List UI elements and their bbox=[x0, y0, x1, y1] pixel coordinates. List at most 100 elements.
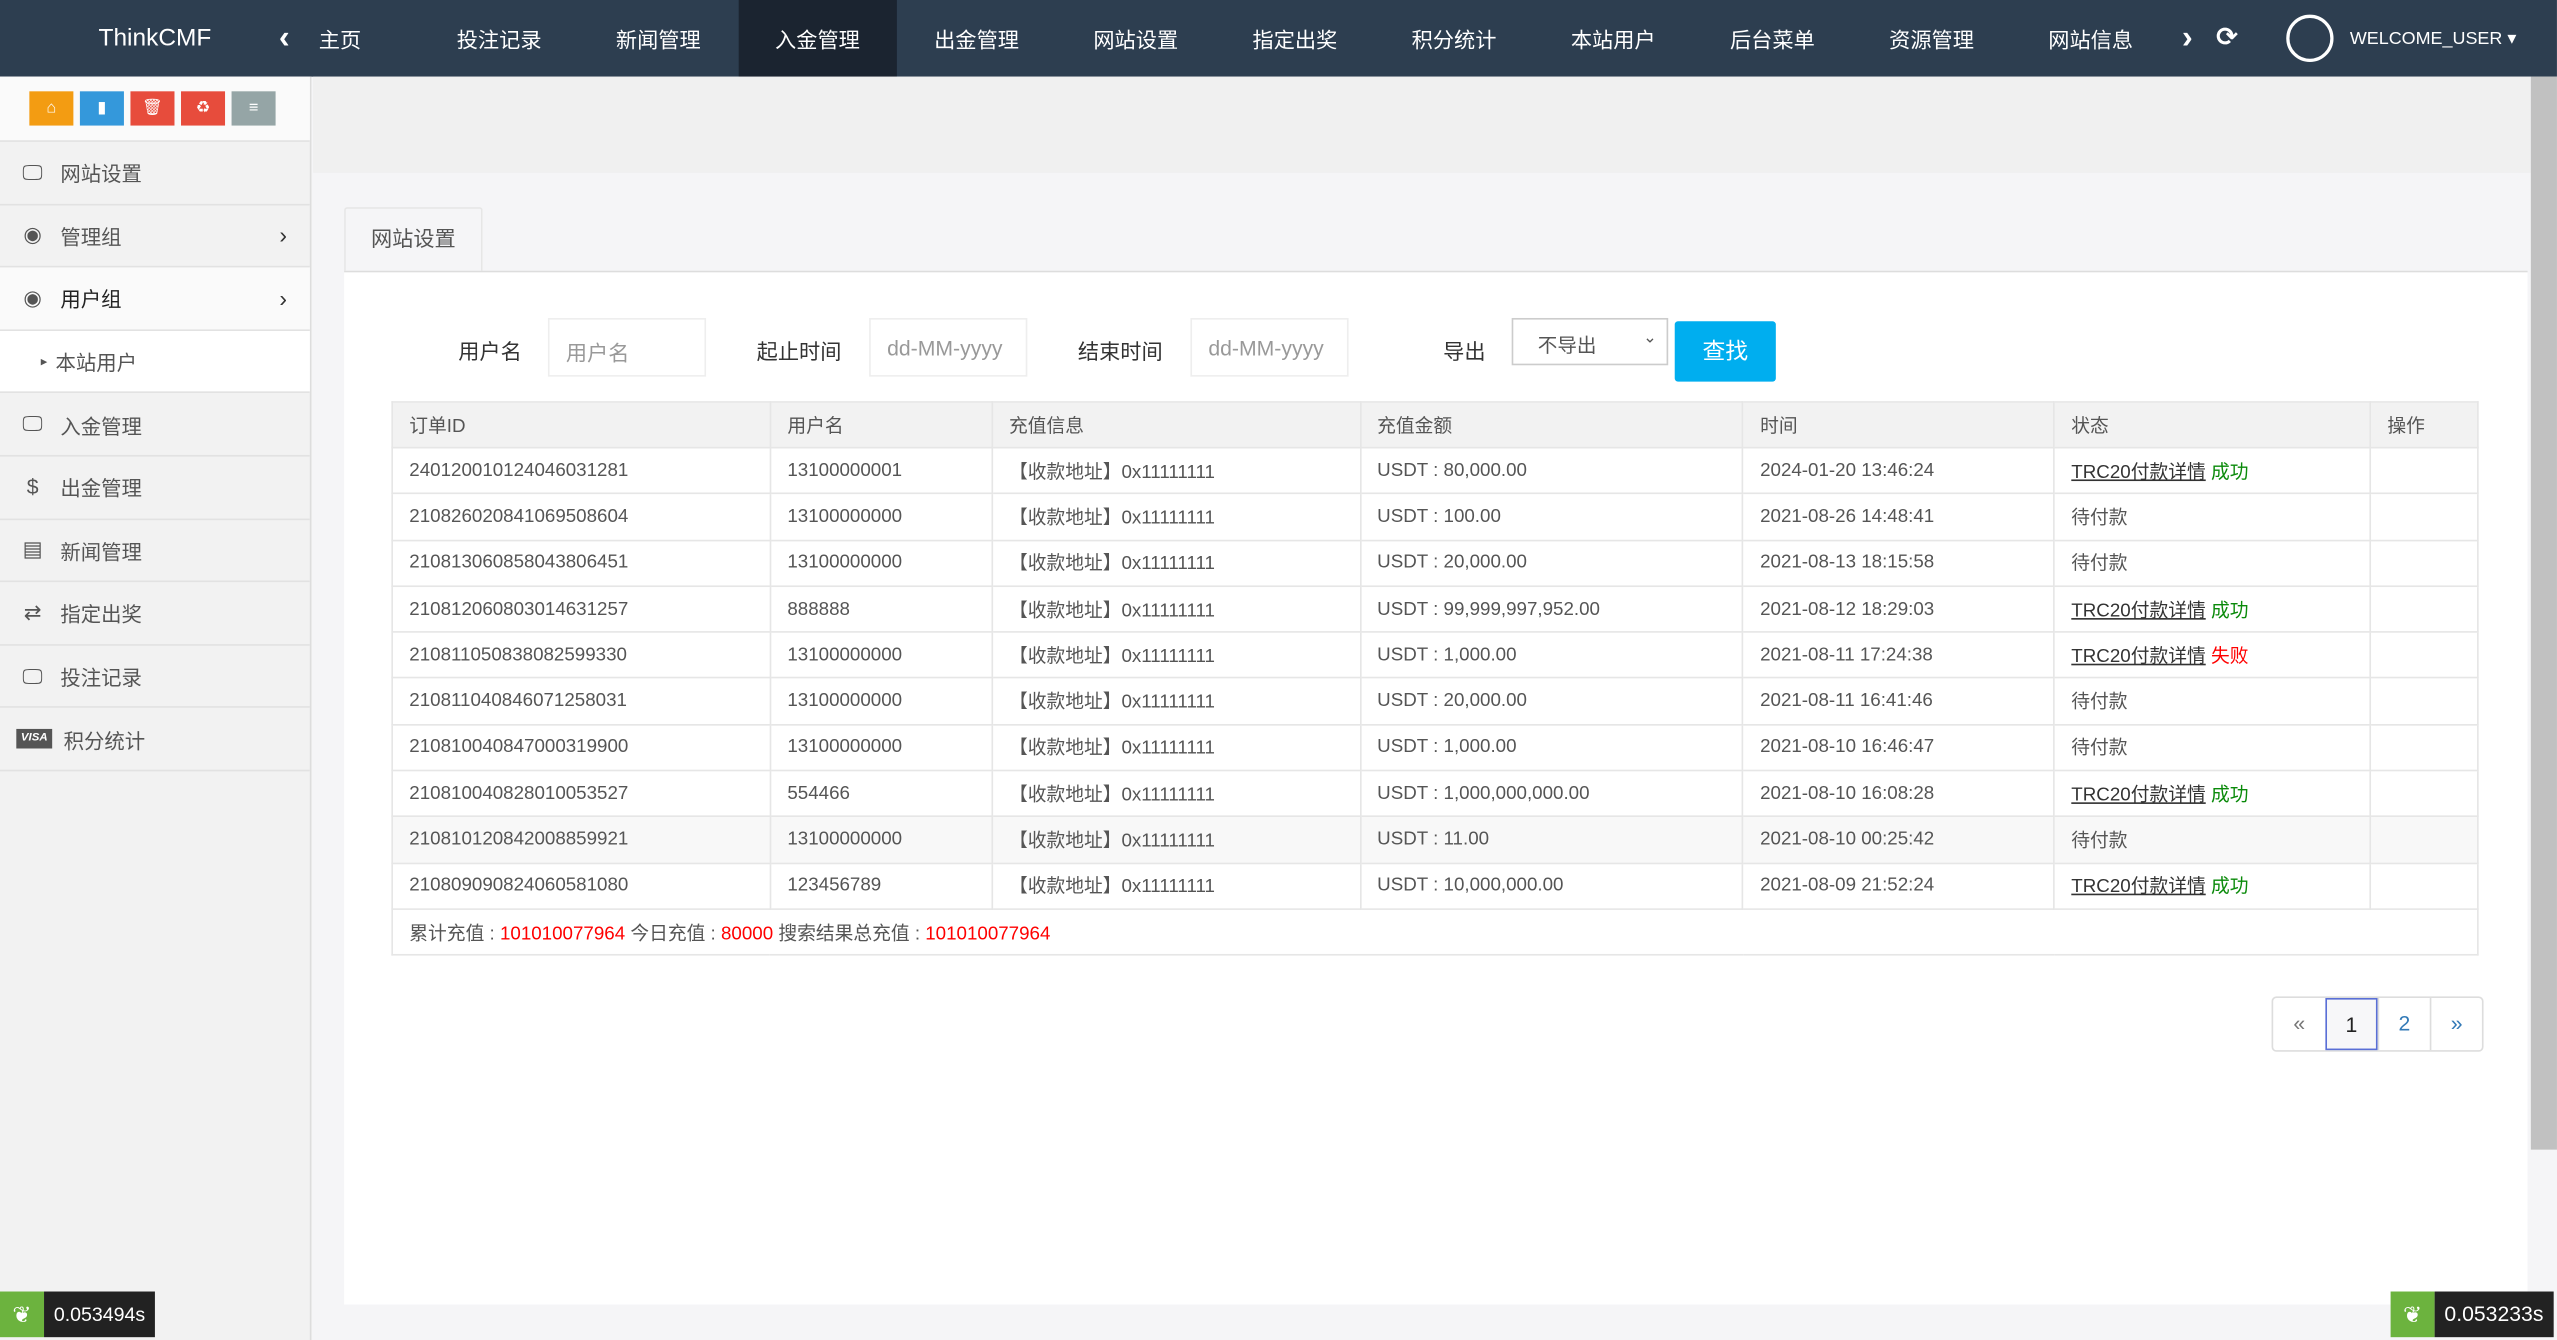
nav-item[interactable]: 后台菜单 bbox=[1693, 0, 1851, 77]
table-row: 210811050838082599330 13100000000 【收款地址】0x… bbox=[391, 631, 2479, 680]
summary-total: 101010077964 bbox=[499, 923, 626, 944]
sidebar-item[interactable]: ▤ 新闻管理 bbox=[0, 519, 310, 583]
start-time-label: 起止时间 bbox=[756, 339, 842, 364]
nav-scroll-right-icon[interactable]: › bbox=[2182, 0, 2193, 77]
pagination: « 1 2 » bbox=[2271, 996, 2484, 1052]
table-cell: 13100000000 bbox=[769, 492, 993, 541]
nav-item[interactable]: 资源管理 bbox=[1852, 0, 2010, 77]
monitor-icon: 🖵 bbox=[22, 411, 43, 436]
sidebar-item[interactable]: ◉ 用户组 › bbox=[0, 267, 310, 331]
table-cell: USDT : 1,000,000,000.00 bbox=[1359, 769, 1744, 818]
sidebar-toolbar: ⌂ ▮ 🗑 ♻ ≡ bbox=[0, 76, 310, 142]
sidebar-item[interactable]: ◉ 管理组 › bbox=[0, 205, 310, 268]
actions-cell bbox=[2369, 862, 2479, 910]
pagination-next[interactable]: » bbox=[2429, 997, 2482, 1051]
sidebar-item[interactable]: ⇄ 指定出奖 bbox=[0, 582, 310, 646]
table-cell: USDT : 11.00 bbox=[1359, 815, 1744, 864]
status-cell: 待付款 bbox=[2053, 539, 2372, 587]
table-row: 210826020841069508604 13100000000 【收款地址】0x… bbox=[391, 492, 2479, 541]
table-row: 210810120842008859921 13100000000 【收款地址】0x… bbox=[391, 815, 2479, 864]
chevron-right-icon: › bbox=[279, 285, 288, 312]
table-cell: 2021-08-12 18:29:03 bbox=[1742, 585, 2055, 634]
column-header: 时间 bbox=[1742, 401, 2055, 449]
status-cell: TRC20付款详情 成功 bbox=[2053, 585, 2372, 634]
status-cell: 待付款 bbox=[2053, 492, 2372, 541]
status-cell: TRC20付款详情 失败 bbox=[2053, 631, 2372, 680]
chevron-right-icon: › bbox=[279, 222, 288, 249]
chevron-down-icon: ⌄ bbox=[1643, 329, 1657, 348]
table-cell: 【收款地址】0x11111111 bbox=[991, 539, 1361, 587]
sidebar-item[interactable]: 🖵 网站设置 bbox=[0, 142, 310, 205]
nav-item[interactable]: 投注记录 bbox=[420, 0, 578, 77]
trc20-detail-link[interactable]: TRC20付款详情 bbox=[2071, 601, 2205, 621]
nav-item[interactable]: 出金管理 bbox=[898, 0, 1056, 77]
table-cell: 【收款地址】0x11111111 bbox=[991, 585, 1361, 634]
summary-row: 累计充值 : 101010077964 今日充值 : 80000 搜索结果总充值… bbox=[391, 908, 2479, 957]
nav-item[interactable]: 网站信息 bbox=[2012, 0, 2170, 77]
table-cell: 888888 bbox=[769, 585, 993, 634]
end-time-input[interactable]: dd-MM-yyyy bbox=[1190, 317, 1349, 377]
list-icon[interactable]: ≡ bbox=[231, 91, 276, 126]
table-cell: 210811050838082599330 bbox=[391, 631, 772, 680]
sidebar-item[interactable]: $ 出金管理 bbox=[0, 457, 310, 520]
sidebar-item[interactable]: VISA 积分统计 bbox=[0, 708, 310, 772]
status-badge: 失败 bbox=[2210, 647, 2249, 667]
table-cell: 2021-08-09 21:52:24 bbox=[1742, 862, 2055, 910]
username-input[interactable]: 用户名 bbox=[547, 317, 707, 377]
table-cell: 2021-08-13 18:15:58 bbox=[1742, 539, 2055, 587]
sidebar-item[interactable]: 🖵 投注记录 bbox=[0, 645, 310, 709]
export-label: 导出 bbox=[1443, 339, 1486, 364]
column-header: 订单ID bbox=[391, 401, 772, 449]
table-cell: USDT : 20,000.00 bbox=[1359, 677, 1744, 726]
nav-item[interactable]: 指定出奖 bbox=[1216, 0, 1374, 77]
sidebar-item-label: 网站设置 bbox=[60, 163, 142, 187]
table-cell: USDT : 99,999,997,952.00 bbox=[1359, 585, 1744, 634]
status-badge: 成功 bbox=[2210, 600, 2249, 621]
sidebar-item[interactable]: 🖵 入金管理 bbox=[0, 394, 310, 457]
table-cell: 210810120842008859921 bbox=[391, 815, 772, 864]
trash-icon[interactable]: 🗑 bbox=[130, 91, 175, 126]
user-menu[interactable]: WELCOME_USER ▾ bbox=[2286, 14, 2516, 62]
actions-cell bbox=[2369, 585, 2479, 634]
table-cell: USDT : 80,000.00 bbox=[1359, 446, 1744, 495]
tab-website-settings[interactable]: 网站设置 bbox=[344, 207, 483, 273]
trc20-detail-link[interactable]: TRC20付款详情 bbox=[2071, 647, 2205, 667]
thinkphp-logo-icon: ❦ bbox=[2390, 1291, 2435, 1338]
pagination-page-2[interactable]: 2 bbox=[2377, 997, 2430, 1051]
table-cell: 【收款地址】0x11111111 bbox=[991, 723, 1361, 772]
file-icon[interactable]: ▮ bbox=[79, 91, 124, 126]
nav-item[interactable]: 积分统计 bbox=[1375, 0, 1533, 77]
pagination-page-1[interactable]: 1 bbox=[2325, 997, 2378, 1051]
table-cell: 【收款地址】0x11111111 bbox=[991, 815, 1361, 864]
scrollbar[interactable] bbox=[2530, 76, 2557, 1150]
trc20-detail-link[interactable]: TRC20付款详情 bbox=[2071, 878, 2205, 898]
sidebar-item[interactable]: ▸ 本站用户 bbox=[0, 330, 310, 394]
nav-item[interactable]: 入金管理 bbox=[738, 0, 897, 77]
actions-cell bbox=[2369, 539, 2479, 587]
actions-cell bbox=[2369, 723, 2479, 772]
search-button[interactable]: 查找 bbox=[1674, 321, 1776, 382]
nav-item[interactable]: 主页 bbox=[261, 0, 419, 77]
debug-timer-right[interactable]: ❦ 0.053233s bbox=[2390, 1291, 2554, 1338]
nav-item[interactable]: 新闻管理 bbox=[579, 0, 737, 77]
status-pending: 待付款 bbox=[2071, 693, 2128, 713]
table-cell: 【收款地址】0x11111111 bbox=[991, 862, 1361, 910]
nav-item[interactable]: 网站设置 bbox=[1057, 0, 1215, 77]
nav-item[interactable]: 本站用户 bbox=[1534, 0, 1692, 77]
pagination-prev[interactable]: « bbox=[2273, 998, 2325, 1050]
refresh-icon[interactable]: ⟳ bbox=[2216, 0, 2238, 77]
table-row: 210812060803014631257 888888 【收款地址】0x11111… bbox=[391, 585, 2479, 634]
sidebar-item-label: 本站用户 bbox=[55, 352, 138, 376]
home-icon[interactable]: ⌂ bbox=[29, 91, 74, 126]
export-select[interactable]: 不导出 ⌄ bbox=[1511, 317, 1669, 366]
start-time-input[interactable]: dd-MM-yyyy bbox=[869, 317, 1028, 377]
debug-timer-left[interactable]: ❦ 0.053494s bbox=[0, 1291, 156, 1338]
table-row: 210810040847000319900 13100000000 【收款地址】0x… bbox=[391, 723, 2479, 772]
trc20-detail-link[interactable]: TRC20付款详情 bbox=[2071, 786, 2205, 806]
trc20-detail-link[interactable]: TRC20付款详情 bbox=[2071, 463, 2205, 483]
monitor-icon: 🖵 bbox=[22, 662, 43, 688]
sidebar-item-label: 入金管理 bbox=[60, 415, 142, 439]
top-nav: ThinkCMF ‹ 主页 投注记录 新闻管理 入金管理 出金管理 网站设置 指定出奖 积分统… bbox=[0, 0, 2557, 77]
recycle-icon[interactable]: ♻ bbox=[181, 91, 226, 126]
table-row: 240120010124046031281 13100000001 【收款地址】0x… bbox=[391, 446, 2479, 495]
